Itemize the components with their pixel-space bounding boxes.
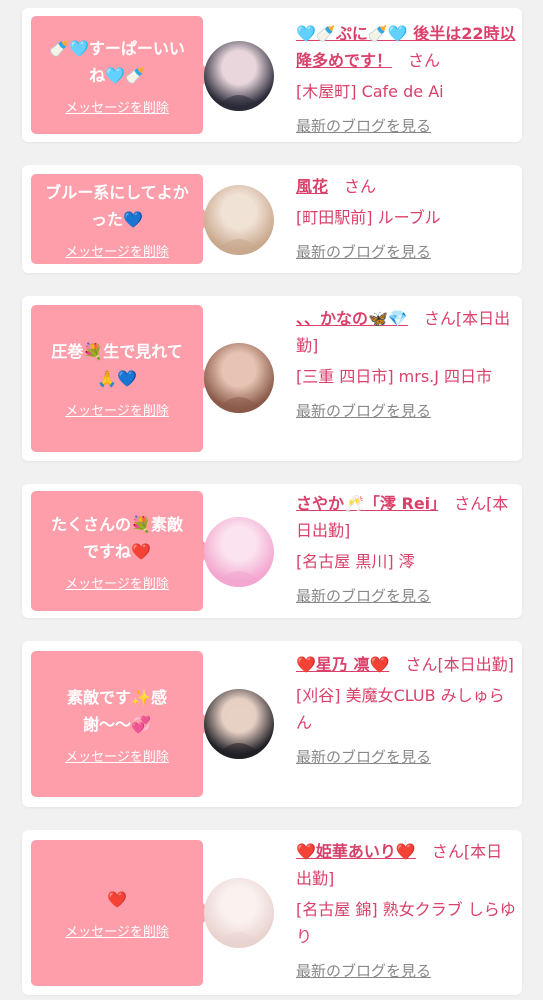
- sender-honorific: さん[本日出勤]: [405, 655, 514, 674]
- sender-info: 風花 さん [町田駅前] ルーブル 最新のブログを見る: [296, 173, 518, 262]
- message-bubble: ❤️ メッセージを削除: [31, 840, 213, 986]
- sender-name-line: ❤️星乃 凛❤️ さん[本日出勤]: [296, 651, 518, 678]
- avatar[interactable]: [204, 185, 274, 255]
- profile-photo-icon: [214, 706, 264, 759]
- profile-photo-icon: [214, 360, 264, 413]
- avatar[interactable]: [204, 517, 274, 587]
- sender-info: ❤️星乃 凛❤️ さん[本日出勤] [刈谷] 美魔女CLUB みしゅらん 最新の…: [296, 651, 518, 767]
- message-text: 素敵です✨感謝〜〜💞: [67, 687, 167, 734]
- message-bubble: 圧巻💐生で見れて🙏💙 メッセージを削除: [31, 305, 213, 452]
- message-text: たくさんの💐素敵ですね❤️: [51, 514, 183, 561]
- sender-info: 、、かなの🦋💎 さん[本日出勤] [三重 四日市] mrs.J 四日市 最新のブ…: [296, 305, 518, 421]
- avatar[interactable]: [204, 343, 274, 413]
- avatar[interactable]: [204, 41, 274, 111]
- message-text: 🍼🩵すーぱーいいね🩵🍼: [49, 38, 185, 85]
- latest-blog-link[interactable]: 最新のブログを見る: [296, 585, 431, 606]
- delete-message-link[interactable]: メッセージを削除: [65, 97, 169, 116]
- message-card: 素敵です✨感謝〜〜💞 メッセージを削除 ❤️星乃 凛❤️ さん[本日出勤] [刈…: [22, 641, 522, 807]
- message-bubble: 素敵です✨感謝〜〜💞 メッセージを削除: [31, 651, 213, 797]
- message-card: 🍼🩵すーぱーいいね🩵🍼 メッセージを削除 🩵🍼ぷに🍼🩵 後半は22時以降多めです…: [22, 8, 522, 142]
- delete-message-link[interactable]: メッセージを削除: [65, 746, 169, 765]
- sender-name-line: さやか🥂「澪 Rei」 さん[本日出勤]: [296, 490, 518, 544]
- sender-name-link[interactable]: ❤️姫華あいり❤️: [296, 842, 416, 861]
- delete-message-link[interactable]: メッセージを削除: [65, 241, 169, 260]
- latest-blog-link[interactable]: 最新のブログを見る: [296, 400, 431, 421]
- shop-info: [刈谷] 美魔女CLUB みしゅらん: [296, 686, 505, 732]
- profile-photo-icon: [214, 534, 264, 587]
- message-card: たくさんの💐素敵ですね❤️ メッセージを削除 さやか🥂「澪 Rei」 さん[本日…: [22, 484, 522, 618]
- message-bubble: ブルー系にしてよかった💙 メッセージを削除: [31, 174, 213, 264]
- message-card: 圧巻💐生で見れて🙏💙 メッセージを削除 、、かなの🦋💎 さん[本日出勤] [三重…: [22, 296, 522, 461]
- shop-info: [木屋町] Cafe de Ai: [296, 82, 444, 101]
- latest-blog-link[interactable]: 最新のブログを見る: [296, 241, 431, 262]
- profile-photo-icon: [214, 895, 264, 948]
- shop-info: [町田駅前] ルーブル: [296, 208, 441, 227]
- sender-name-link[interactable]: ❤️星乃 凛❤️: [296, 655, 389, 674]
- message-card: ❤️ メッセージを削除 ❤️姫華あいり❤️ さん[本日出勤] [名古屋 錦] 熟…: [22, 830, 522, 995]
- sender-name-line: 、、かなの🦋💎 さん[本日出勤]: [296, 305, 518, 359]
- sender-info: ❤️姫華あいり❤️ さん[本日出勤] [名古屋 錦] 熟女クラブ しらゆり 最新…: [296, 838, 518, 981]
- message-bubble: たくさんの💐素敵ですね❤️ メッセージを削除: [31, 491, 213, 611]
- avatar[interactable]: [204, 689, 274, 759]
- message-text: ❤️: [107, 890, 127, 909]
- message-list: 🍼🩵すーぱーいいね🩵🍼 メッセージを削除 🩵🍼ぷに🍼🩵 後半は22時以降多めです…: [0, 0, 543, 1000]
- delete-message-link[interactable]: メッセージを削除: [65, 573, 169, 592]
- delete-message-link[interactable]: メッセージを削除: [65, 400, 169, 419]
- shop-info: [名古屋 錦] 熟女クラブ しらゆり: [296, 900, 516, 946]
- sender-info: 🩵🍼ぷに🍼🩵 後半は22時以降多めです！ さん [木屋町] Cafe de Ai…: [296, 20, 518, 136]
- shop-info: [名古屋 黒川] 澪: [296, 552, 415, 571]
- profile-photo-icon: [214, 202, 264, 255]
- message-card: ブルー系にしてよかった💙 メッセージを削除 風花 さん [町田駅前] ルーブル …: [22, 165, 522, 273]
- sender-name-line: 風花 さん: [296, 173, 518, 200]
- sender-honorific: さん: [408, 51, 441, 70]
- latest-blog-link[interactable]: 最新のブログを見る: [296, 115, 431, 136]
- sender-name-link[interactable]: 🩵🍼ぷに🍼🩵 後半は22時以降多めです！: [296, 24, 516, 70]
- shop-info: [三重 四日市] mrs.J 四日市: [296, 367, 493, 386]
- avatar[interactable]: [204, 878, 274, 948]
- delete-message-link[interactable]: メッセージを削除: [65, 921, 169, 940]
- sender-name-line: ❤️姫華あいり❤️ さん[本日出勤]: [296, 838, 518, 892]
- message-text: ブルー系にしてよかった💙: [45, 182, 189, 229]
- profile-photo-icon: [214, 58, 264, 111]
- sender-name-link[interactable]: 、、かなの🦋💎: [296, 309, 408, 328]
- sender-name-link[interactable]: さやか🥂「澪 Rei」: [296, 494, 438, 513]
- latest-blog-link[interactable]: 最新のブログを見る: [296, 746, 431, 767]
- sender-name-line: 🩵🍼ぷに🍼🩵 後半は22時以降多めです！ さん: [296, 20, 518, 74]
- sender-info: さやか🥂「澪 Rei」 さん[本日出勤] [名古屋 黒川] 澪 最新のブログを見…: [296, 490, 518, 606]
- message-bubble: 🍼🩵すーぱーいいね🩵🍼 メッセージを削除: [31, 16, 213, 134]
- sender-name-link[interactable]: 風花: [296, 177, 328, 196]
- message-text: 圧巻💐生で見れて🙏💙: [51, 342, 183, 388]
- sender-honorific: さん: [344, 177, 377, 196]
- latest-blog-link[interactable]: 最新のブログを見る: [296, 960, 431, 981]
